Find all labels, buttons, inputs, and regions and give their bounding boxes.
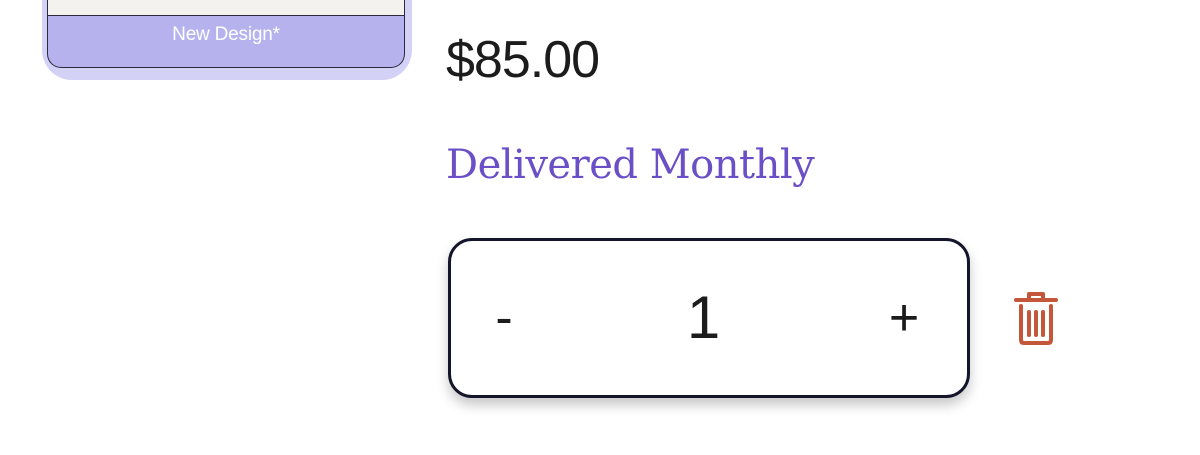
cart-item: New Design* $85.00 Delivered Monthly - 1…: [0, 0, 1200, 455]
thumbnail-frame: New Design*: [47, 0, 405, 68]
product-price: $85.00: [446, 31, 600, 89]
delivery-frequency: Delivered Monthly: [446, 142, 815, 188]
quantity-stepper: - 1 +: [448, 238, 970, 398]
decrement-button[interactable]: -: [449, 241, 559, 395]
thumbnail-image: [48, 0, 404, 16]
product-thumbnail[interactable]: New Design*: [42, 0, 412, 80]
thumbnail-label: New Design*: [172, 24, 280, 45]
trash-icon: [1014, 292, 1058, 345]
increment-button[interactable]: +: [849, 241, 959, 395]
delete-button[interactable]: [1010, 290, 1062, 346]
quantity-value: 1: [686, 284, 721, 351]
